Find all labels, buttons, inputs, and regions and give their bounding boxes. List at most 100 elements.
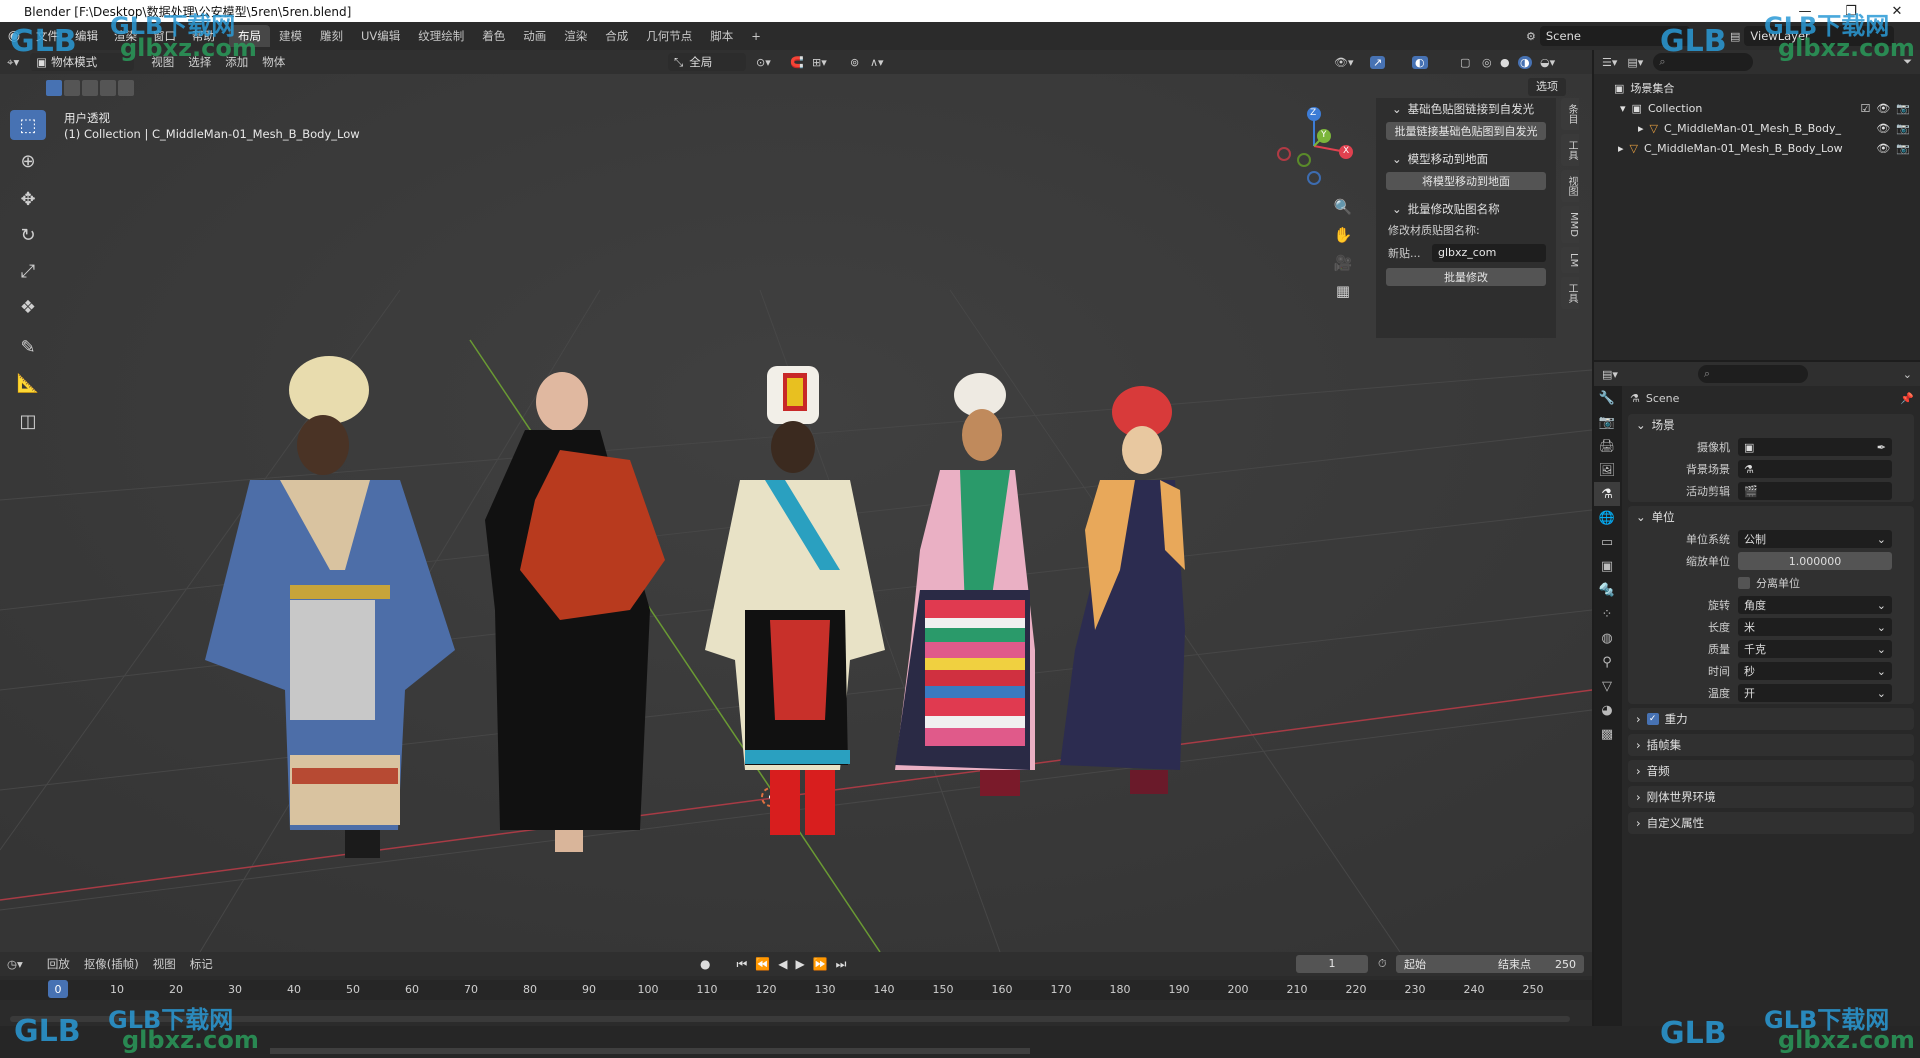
- viewlayer-icon[interactable]: ▤: [1730, 30, 1740, 43]
- eye-icon[interactable]: 👁: [1876, 102, 1890, 115]
- new-texture-name-input[interactable]: glbxz_com: [1432, 244, 1546, 262]
- expand-arrow-icon[interactable]: ▸: [1618, 142, 1624, 155]
- render-camera-icon[interactable]: 📷: [1896, 142, 1910, 155]
- outliner-scene-collection[interactable]: ▣ 场景集合: [1594, 78, 1920, 98]
- tab-modeling[interactable]: 建模: [270, 25, 311, 47]
- batch-rename-button[interactable]: 批量修改: [1386, 268, 1546, 286]
- select-box-tool-icon[interactable]: ⬚: [10, 110, 46, 140]
- temperature-dropdown[interactable]: 开 ⌄: [1738, 684, 1892, 702]
- eye-icon[interactable]: 👁: [1876, 122, 1890, 135]
- eye-icon[interactable]: 👁: [1876, 142, 1890, 155]
- time-dropdown[interactable]: 秒 ⌄: [1738, 662, 1892, 680]
- pan-hand-icon[interactable]: ✋: [1330, 222, 1356, 248]
- sidebar-tab-tool[interactable]: 工具: [1561, 134, 1579, 166]
- camera-field[interactable]: ▣ ✒: [1738, 438, 1892, 456]
- wireframe-shading-icon[interactable]: ◎: [1482, 56, 1492, 69]
- tab-compositing[interactable]: 合成: [596, 25, 637, 47]
- display-mode-icon[interactable]: ▤▾: [1627, 56, 1643, 69]
- constraints-tab-icon[interactable]: ⚲: [1594, 650, 1620, 674]
- options-button[interactable]: 选项: [1528, 78, 1566, 96]
- render-tab-icon[interactable]: 📷: [1594, 410, 1620, 434]
- timeline-ruler[interactable]: 0 10 20 30 40 50 60 70 80 90 100 110 120 130 140 150 160…: [0, 980, 1592, 1000]
- separate-units-checkbox[interactable]: [1738, 577, 1750, 589]
- panel-header-move-ground[interactable]: ⌄ 模型移动到地面: [1376, 148, 1556, 170]
- jump-start-icon[interactable]: ⏮: [736, 957, 747, 972]
- unit-system-dropdown[interactable]: 公制 ⌄: [1738, 530, 1892, 548]
- modifier-tab-icon[interactable]: 🔩: [1594, 578, 1620, 602]
- camera-view-icon[interactable]: 🎥: [1330, 250, 1356, 276]
- tab-rendering[interactable]: 渲染: [555, 25, 596, 47]
- tab-sculpt[interactable]: 雕刻: [311, 25, 352, 47]
- move-to-ground-button[interactable]: 将模型移动到地面: [1386, 172, 1546, 190]
- menu-playback[interactable]: 回放: [40, 956, 77, 972]
- scene-tab-icon[interactable]: ⚗: [1594, 482, 1620, 506]
- tab-uv-editing[interactable]: UV编辑: [352, 25, 409, 47]
- data-tab-icon[interactable]: ▽: [1594, 674, 1620, 698]
- outliner-object-1[interactable]: ▸ ▽ C_MiddleMan-01_Mesh_B_Body_Low 👁 📷: [1594, 118, 1920, 138]
- expand-arrow-icon[interactable]: ▾: [1620, 102, 1626, 115]
- solid-shading-icon[interactable]: ●: [1500, 56, 1510, 69]
- snap-icon[interactable]: 🧲: [790, 56, 804, 69]
- tab-geometry-nodes[interactable]: 几何节点: [637, 25, 701, 47]
- audio-section[interactable]: › 音频: [1628, 760, 1914, 782]
- eyedropper-icon[interactable]: ✒: [1877, 441, 1886, 454]
- properties-editor-icon[interactable]: ▤▾: [1602, 368, 1618, 381]
- texture-tab-icon[interactable]: ▩: [1594, 722, 1620, 746]
- transform-tool-icon[interactable]: ❖: [10, 292, 46, 322]
- active-clip-field[interactable]: 🎬: [1738, 482, 1892, 500]
- select-new-icon[interactable]: [46, 80, 62, 96]
- physics-tab-icon[interactable]: ◍: [1594, 626, 1620, 650]
- cursor-tool-icon[interactable]: ⊕: [10, 146, 46, 176]
- add-workspace-button[interactable]: +: [742, 25, 770, 47]
- gravity-section[interactable]: › ✓ 重力: [1628, 708, 1914, 730]
- jump-next-key-icon[interactable]: ⏩: [813, 957, 828, 971]
- play-reverse-icon[interactable]: ◀: [778, 957, 787, 971]
- jump-end-icon[interactable]: ⏭: [836, 957, 847, 972]
- select-subtract-icon[interactable]: [82, 80, 98, 96]
- render-camera-icon[interactable]: 📷: [1896, 102, 1910, 115]
- end-frame-field[interactable]: 结束点 250: [1490, 955, 1584, 973]
- measure-tool-icon[interactable]: 📐: [10, 368, 46, 398]
- audio-header[interactable]: › 音频: [1628, 760, 1914, 782]
- pin-icon[interactable]: 📌: [1900, 392, 1914, 405]
- mass-dropdown[interactable]: 千克 ⌄: [1738, 640, 1892, 658]
- sidebar-tab-lm[interactable]: LM: [1561, 246, 1579, 274]
- outliner-collection[interactable]: ▾ ▣ Collection ☑ 👁 📷: [1594, 98, 1920, 118]
- menu-timeline-view[interactable]: 视图: [146, 956, 183, 972]
- overlay-toggle-icon[interactable]: ◐: [1412, 55, 1428, 69]
- timeline-editor-icon[interactable]: ◷▾: [0, 957, 30, 971]
- output-tab-icon[interactable]: 🖨: [1594, 434, 1620, 458]
- menu-object[interactable]: 物体: [255, 54, 292, 70]
- transform-orientation-selector[interactable]: ⤡ 全局: [668, 53, 746, 71]
- timeline-scrollbar[interactable]: [10, 1016, 1570, 1022]
- units-section-header[interactable]: ⌄ 单位: [1628, 506, 1914, 528]
- gizmo-toggle-icon[interactable]: ↗: [1370, 55, 1386, 69]
- rigid-body-world-section[interactable]: › 刚体世界环境: [1628, 786, 1914, 808]
- outliner-object-2[interactable]: ▸ ▽ C_MiddleMan-01_Mesh_B_Body_Low 👁 📷: [1594, 138, 1920, 158]
- object-tab-icon[interactable]: ▣: [1594, 554, 1620, 578]
- background-scene-field[interactable]: ⚗: [1738, 460, 1892, 478]
- pivot-icon[interactable]: ⊙▾: [756, 56, 771, 69]
- expand-arrow-icon[interactable]: ▸: [1638, 122, 1644, 135]
- rigid-body-world-header[interactable]: › 刚体世界环境: [1628, 786, 1914, 808]
- play-icon[interactable]: ▶: [795, 957, 804, 971]
- tool-tab-icon[interactable]: 🔧: [1594, 386, 1620, 410]
- keying-sets-header[interactable]: › 插帧集: [1628, 734, 1914, 756]
- panel-header-rename-textures[interactable]: ⌄ 批量修改贴图名称: [1376, 198, 1556, 220]
- menu-keying[interactable]: 抠像(插帧): [77, 956, 146, 972]
- ortho-grid-icon[interactable]: ▦: [1330, 278, 1356, 304]
- collection-tab-icon[interactable]: ▭: [1594, 530, 1620, 554]
- properties-options-icon[interactable]: ⌄: [1903, 368, 1912, 381]
- sidebar-tab-view[interactable]: 视图: [1561, 170, 1579, 202]
- custom-properties-section[interactable]: › 自定义属性: [1628, 812, 1914, 834]
- scene-icon[interactable]: ⚙: [1526, 30, 1536, 43]
- scale-tool-icon[interactable]: ⤢: [10, 256, 46, 286]
- autokey-record-icon[interactable]: ●: [700, 957, 710, 971]
- snap-target-icon[interactable]: ⊞▾: [812, 56, 827, 69]
- 3d-viewport[interactable]: ⌖▾ ▣ 物体模式 视图 选择 添加 物体 ⤡ 全局 ⊙▾ 🧲 ⊞▾ ⊚ ∧▾ …: [0, 50, 1592, 952]
- tab-scripting[interactable]: 脚本: [701, 25, 742, 47]
- add-cube-tool-icon[interactable]: ◫: [10, 406, 46, 436]
- rendered-shading-icon[interactable]: ◒▾: [1540, 56, 1555, 69]
- navigation-gizmo[interactable]: Z Y X: [1274, 106, 1354, 186]
- outliner-editor-icon[interactable]: ☰▾: [1602, 56, 1617, 69]
